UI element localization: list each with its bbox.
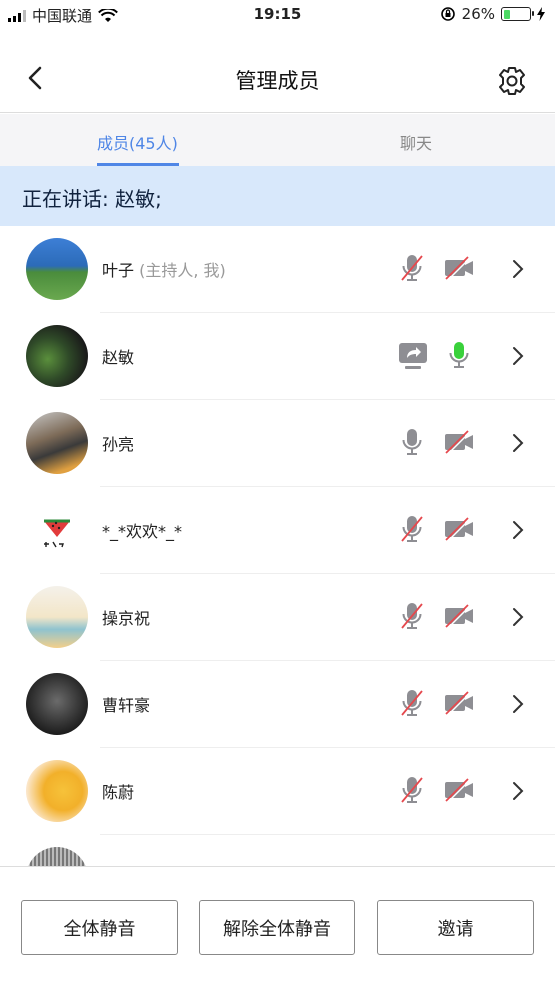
chevron-right-icon[interactable] [508,256,528,282]
avatar [26,760,88,822]
avatar [26,238,88,300]
member-name: *_*欢欢*_* [102,522,183,541]
chevron-right-icon[interactable] [508,604,528,630]
chevron-right-icon[interactable] [508,430,528,456]
charging-icon [537,7,545,21]
camera-off-icon[interactable] [443,687,475,719]
page-title: 管理成员 [235,69,320,93]
member-row[interactable]: *_*欢欢*_* [0,487,555,574]
member-name: 陈蔚 [102,783,135,802]
member-row[interactable]: 叶子 (主持人, 我) [0,226,555,313]
speaking-text: 正在讲话: 赵敏; [22,187,162,211]
mic-muted-icon[interactable] [396,252,428,284]
action-footer: 全体静音 解除全体静音 邀请 [0,866,555,987]
mic-icon[interactable] [396,426,428,458]
mute-all-button[interactable]: 全体静音 [21,900,178,955]
mic-muted-icon[interactable] [396,774,428,806]
avatar [26,325,88,387]
member-row[interactable]: 赵敏 [0,313,555,400]
navigation-bar: 管理成员 [0,45,555,113]
mic-muted-icon[interactable] [396,687,428,719]
mic-muted-icon[interactable] [396,600,428,632]
invite-button[interactable]: 邀请 [377,900,534,955]
orientation-lock-icon [440,7,455,21]
camera-off-icon[interactable] [443,513,475,545]
tab-chat[interactable]: 聊天 [400,130,432,154]
avatar [26,673,88,735]
battery-percent: 26% [461,5,495,23]
speaking-banner: 正在讲话: 赵敏; [0,166,555,226]
avatar [26,586,88,648]
member-row[interactable]: 陈蔚 [0,748,555,835]
mic-muted-icon[interactable] [396,513,428,545]
member-row[interactable]: 曹轩豪 [0,661,555,748]
chevron-right-icon[interactable] [508,778,528,804]
status-bar: 中国联通 19:15 26% [0,0,555,30]
avatar [26,499,88,561]
member-row[interactable]: 孙亮 [0,400,555,487]
member-name: 叶子 (主持人, 我) [102,261,226,280]
chevron-right-icon[interactable] [508,691,528,717]
mic-active-icon[interactable] [443,339,475,371]
camera-off-icon[interactable] [443,252,475,284]
tab-members[interactable]: 成员(45人) [97,130,178,154]
battery-icon [501,7,534,21]
avatar [26,412,88,474]
tab-bar: 成员(45人) 聊天 [0,114,555,166]
camera-off-icon[interactable] [443,600,475,632]
unmute-all-button[interactable]: 解除全体静音 [199,900,355,955]
member-name: 曹轩豪 [102,696,151,715]
member-name: 赵敏 [102,348,135,367]
member-name: 操京祝 [102,609,151,628]
gear-icon[interactable] [497,66,527,96]
chevron-right-icon[interactable] [508,517,528,543]
member-name: 孙亮 [102,435,135,454]
camera-off-icon[interactable] [443,774,475,806]
chevron-right-icon[interactable] [508,343,528,369]
screen-share-icon[interactable] [397,341,429,371]
member-row[interactable]: 操京祝 [0,574,555,661]
member-role: (主持人, 我) [139,261,226,280]
camera-off-icon[interactable] [443,426,475,458]
